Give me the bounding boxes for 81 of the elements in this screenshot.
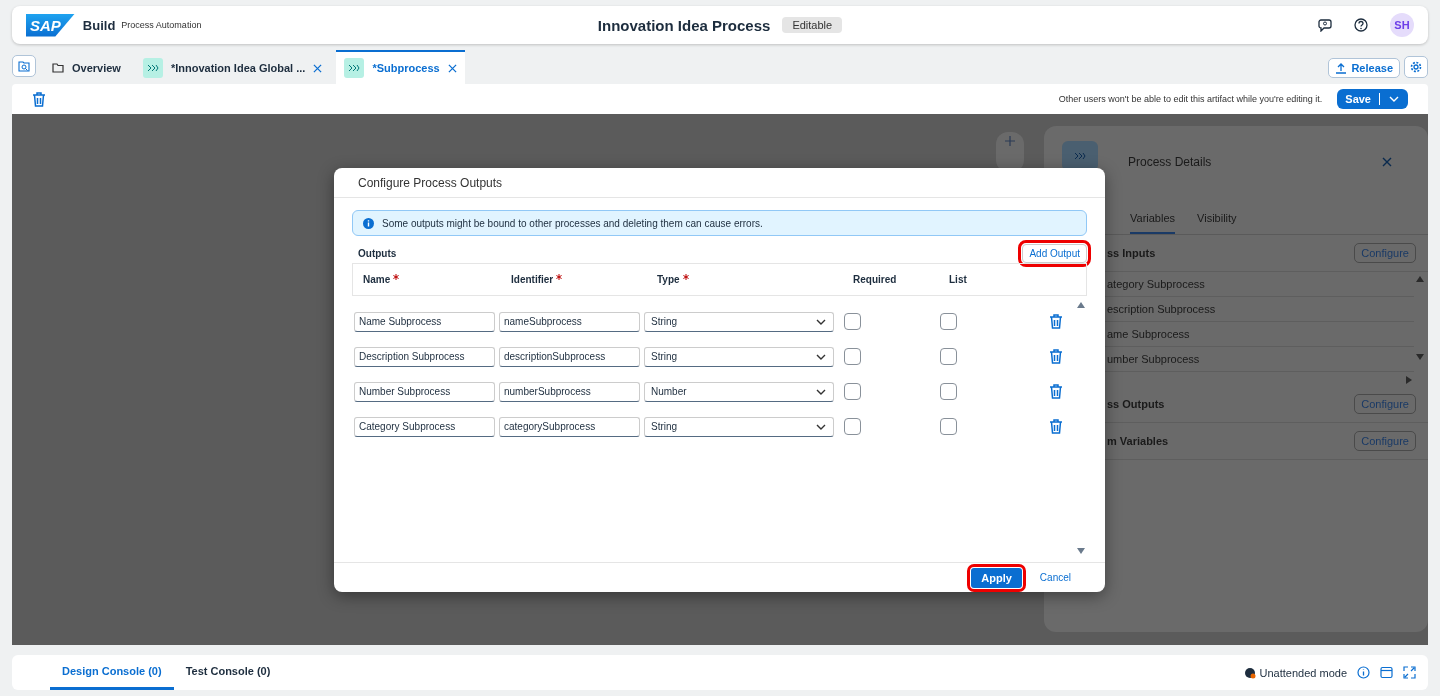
section-title: ss Inputs <box>1107 247 1156 259</box>
dialog-title: Configure Process Outputs <box>334 168 1105 198</box>
info-message: Some outputs might be bound to other processes and deleting them can cause errors. <box>382 217 763 229</box>
upload-icon <box>1335 62 1348 74</box>
scroll-right-icon[interactable] <box>1406 376 1412 384</box>
identifier-input[interactable]: descriptionSubprocess <box>499 346 640 367</box>
checkbox[interactable] <box>940 383 957 400</box>
process-icon <box>344 58 365 78</box>
info-icon <box>363 217 374 229</box>
close-icon[interactable] <box>313 63 323 73</box>
name-input[interactable]: Number Subprocess <box>354 381 495 402</box>
checkbox[interactable] <box>844 383 861 400</box>
checkbox[interactable] <box>844 313 861 330</box>
info-icon[interactable] <box>1357 666 1370 679</box>
column-header: List <box>949 274 968 285</box>
settings-icon <box>1410 61 1422 73</box>
panel-tab[interactable]: Visibility <box>1197 212 1237 234</box>
trash-icon[interactable] <box>1049 384 1063 399</box>
name-input[interactable]: Description Subprocess <box>354 346 495 367</box>
console-tab[interactable]: Design Console (0) <box>50 655 174 690</box>
checkbox[interactable] <box>844 418 861 435</box>
checkbox[interactable] <box>940 418 957 435</box>
required-asterisk-icon <box>393 274 400 280</box>
close-icon[interactable] <box>447 63 457 73</box>
panel-title: Process Details <box>1128 155 1212 169</box>
sap-logo[interactable]: SAP <box>26 13 75 37</box>
page-title: Innovation Idea Process <box>597 16 771 34</box>
editor-tab[interactable]: Overview <box>44 50 129 84</box>
product-name: Build <box>82 17 116 33</box>
column-header: Required <box>853 274 898 285</box>
editor-tab[interactable]: *Innovation Idea Global ... <box>134 50 331 84</box>
trash-icon[interactable] <box>1049 314 1063 329</box>
identifier-input[interactable]: categorySubprocess <box>499 416 640 437</box>
scroll-up-icon[interactable] <box>1416 276 1424 282</box>
release-button[interactable]: Release <box>1328 58 1400 78</box>
mode-label: Unattended mode <box>1259 666 1347 679</box>
type-select[interactable]: String <box>644 346 834 367</box>
trash-icon[interactable] <box>1049 349 1063 364</box>
checkbox[interactable] <box>844 348 861 365</box>
scroll-up-icon[interactable] <box>1077 302 1085 308</box>
product-subtitle: Process Automation <box>121 20 202 30</box>
section-title: m Variables <box>1107 435 1169 447</box>
status-badge: Editable <box>782 17 843 33</box>
chat-icon[interactable] <box>1318 18 1332 32</box>
type-select[interactable]: String <box>644 311 834 332</box>
save-button[interactable]: Save <box>1337 89 1408 109</box>
panel-tab[interactable]: Variables <box>1130 212 1176 234</box>
folder-icon <box>52 63 64 73</box>
search-button[interactable] <box>12 55 36 77</box>
type-select[interactable]: String <box>644 416 834 437</box>
editing-notice: Other users won't be able to edit this artifact while you're editing it. <box>1058 94 1323 104</box>
checkbox[interactable] <box>940 313 957 330</box>
delete-icon[interactable] <box>32 91 46 107</box>
user-avatar[interactable]: SH <box>1390 13 1414 37</box>
process-icon <box>142 58 163 78</box>
column-header: Identifier <box>511 274 657 285</box>
name-input[interactable]: Category Subprocess <box>354 416 495 437</box>
column-header: Type <box>657 274 853 285</box>
close-icon[interactable] <box>1382 157 1392 167</box>
scroll-down-icon[interactable] <box>1416 354 1424 360</box>
checkbox[interactable] <box>940 348 957 365</box>
section-label: Outputs <box>358 248 397 261</box>
trash-icon[interactable] <box>1049 419 1063 434</box>
folder-search-icon <box>18 60 30 72</box>
expand-icon[interactable] <box>1403 666 1416 679</box>
required-asterisk-icon <box>682 274 689 280</box>
identifier-input[interactable]: nameSubprocess <box>499 311 640 332</box>
settings-button[interactable] <box>1404 56 1428 78</box>
console-tab[interactable]: Test Console (0) <box>173 655 283 690</box>
type-select[interactable]: Number <box>644 381 834 402</box>
panel-icon[interactable] <box>1380 666 1393 679</box>
editor-tab[interactable]: *Subprocess <box>336 50 465 84</box>
section-title: ss Outputs <box>1107 398 1165 410</box>
cancel-button[interactable]: Cancel <box>1033 571 1077 584</box>
process-icon <box>1062 141 1098 171</box>
column-header: Name <box>363 274 511 285</box>
scroll-down-icon[interactable] <box>1077 548 1085 554</box>
required-asterisk-icon <box>556 274 563 280</box>
identifier-input[interactable]: numberSubprocess <box>499 381 640 402</box>
help-icon[interactable] <box>1354 18 1368 32</box>
name-input[interactable]: Name Subprocess <box>354 311 495 332</box>
